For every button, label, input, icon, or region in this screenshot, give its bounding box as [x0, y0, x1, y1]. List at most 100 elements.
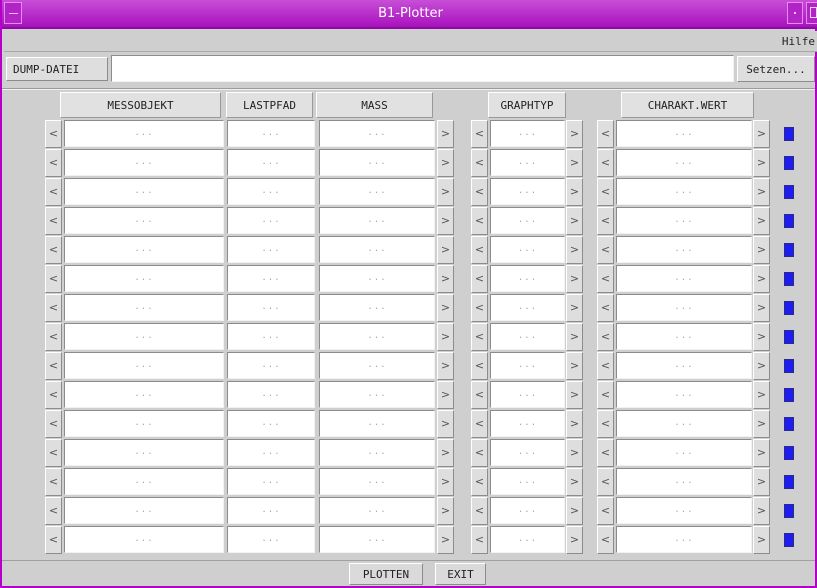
graphtyp-field[interactable]: ... — [490, 265, 565, 292]
messobjekt-next-button[interactable]: > — [437, 410, 454, 438]
charakt-wert-field[interactable]: ... — [616, 120, 752, 147]
menu-help[interactable]: Hilfe — [782, 35, 815, 48]
lastpfad-field[interactable]: ... — [227, 323, 315, 350]
graphtyp-field[interactable]: ... — [490, 149, 565, 176]
graphtyp-prev-button[interactable]: < — [471, 323, 488, 351]
title-bar[interactable]: B1-Plotter — [2, 0, 817, 29]
charakt-next-button[interactable]: > — [753, 294, 770, 322]
messobjekt-next-button[interactable]: > — [437, 526, 454, 554]
charakt-next-button[interactable]: > — [753, 207, 770, 235]
messobjekt-field[interactable]: ... — [64, 381, 224, 408]
messobjekt-field[interactable]: ... — [64, 352, 224, 379]
graphtyp-field[interactable]: ... — [490, 497, 565, 524]
messobjekt-prev-button[interactable]: < — [45, 526, 62, 554]
graphtyp-field[interactable]: ... — [490, 526, 565, 553]
graphtyp-next-button[interactable]: > — [566, 497, 583, 525]
graphtyp-prev-button[interactable]: < — [471, 352, 488, 380]
charakt-prev-button[interactable]: < — [597, 294, 614, 322]
messobjekt-next-button[interactable]: > — [437, 294, 454, 322]
lastpfad-field[interactable]: ... — [227, 497, 315, 524]
lastpfad-field[interactable]: ... — [227, 178, 315, 205]
graphtyp-next-button[interactable]: > — [566, 207, 583, 235]
graphtyp-next-button[interactable]: > — [566, 468, 583, 496]
messobjekt-next-button[interactable]: > — [437, 149, 454, 177]
graphtyp-next-button[interactable]: > — [566, 526, 583, 554]
messobjekt-field[interactable]: ... — [64, 120, 224, 147]
charakt-prev-button[interactable]: < — [597, 381, 614, 409]
graphtyp-next-button[interactable]: > — [566, 178, 583, 206]
graphtyp-next-button[interactable]: > — [566, 120, 583, 148]
maximize-button[interactable] — [806, 2, 817, 24]
messobjekt-next-button[interactable]: > — [437, 468, 454, 496]
messobjekt-next-button[interactable]: > — [437, 497, 454, 525]
charakt-wert-field[interactable]: ... — [616, 236, 752, 263]
graphtyp-next-button[interactable]: > — [566, 323, 583, 351]
messobjekt-next-button[interactable]: > — [437, 265, 454, 293]
messobjekt-field[interactable]: ... — [64, 410, 224, 437]
lastpfad-field[interactable]: ... — [227, 439, 315, 466]
set-dump-file-button[interactable]: Setzen... — [737, 56, 815, 82]
charakt-prev-button[interactable]: < — [597, 236, 614, 264]
graphtyp-prev-button[interactable]: < — [471, 178, 488, 206]
graphtyp-field[interactable]: ... — [490, 207, 565, 234]
charakt-prev-button[interactable]: < — [597, 410, 614, 438]
charakt-next-button[interactable]: > — [753, 323, 770, 351]
lastpfad-field[interactable]: ... — [227, 381, 315, 408]
graphtyp-field[interactable]: ... — [490, 178, 565, 205]
mass-field[interactable]: ... — [319, 120, 435, 147]
lastpfad-field[interactable]: ... — [227, 526, 315, 553]
messobjekt-prev-button[interactable]: < — [45, 381, 62, 409]
graphtyp-prev-button[interactable]: < — [471, 410, 488, 438]
charakt-prev-button[interactable]: < — [597, 207, 614, 235]
charakt-wert-field[interactable]: ... — [616, 178, 752, 205]
messobjekt-prev-button[interactable]: < — [45, 352, 62, 380]
messobjekt-prev-button[interactable]: < — [45, 178, 62, 206]
charakt-wert-field[interactable]: ... — [616, 468, 752, 495]
messobjekt-next-button[interactable]: > — [437, 381, 454, 409]
messobjekt-next-button[interactable]: > — [437, 207, 454, 235]
charakt-wert-field[interactable]: ... — [616, 323, 752, 350]
mass-field[interactable]: ... — [319, 497, 435, 524]
charakt-next-button[interactable]: > — [753, 468, 770, 496]
charakt-wert-field[interactable]: ... — [616, 381, 752, 408]
messobjekt-prev-button[interactable]: < — [45, 439, 62, 467]
charakt-next-button[interactable]: > — [753, 149, 770, 177]
charakt-prev-button[interactable]: < — [597, 526, 614, 554]
graphtyp-prev-button[interactable]: < — [471, 526, 488, 554]
mass-field[interactable]: ... — [319, 207, 435, 234]
mass-field[interactable]: ... — [319, 468, 435, 495]
messobjekt-next-button[interactable]: > — [437, 178, 454, 206]
charakt-prev-button[interactable]: < — [597, 178, 614, 206]
graphtyp-field[interactable]: ... — [490, 294, 565, 321]
mass-field[interactable]: ... — [319, 265, 435, 292]
charakt-next-button[interactable]: > — [753, 236, 770, 264]
lastpfad-field[interactable]: ... — [227, 120, 315, 147]
graphtyp-next-button[interactable]: > — [566, 265, 583, 293]
charakt-wert-field[interactable]: ... — [616, 439, 752, 466]
plot-button[interactable]: PLOTTEN — [349, 563, 423, 585]
mass-field[interactable]: ... — [319, 323, 435, 350]
mass-field[interactable]: ... — [319, 410, 435, 437]
messobjekt-prev-button[interactable]: < — [45, 236, 62, 264]
graphtyp-next-button[interactable]: > — [566, 381, 583, 409]
messobjekt-prev-button[interactable]: < — [45, 207, 62, 235]
exit-button[interactable]: EXIT — [435, 563, 486, 585]
charakt-prev-button[interactable]: < — [597, 265, 614, 293]
lastpfad-field[interactable]: ... — [227, 236, 315, 263]
messobjekt-prev-button[interactable]: < — [45, 468, 62, 496]
graphtyp-field[interactable]: ... — [490, 381, 565, 408]
charakt-prev-button[interactable]: < — [597, 149, 614, 177]
graphtyp-prev-button[interactable]: < — [471, 381, 488, 409]
charakt-wert-field[interactable]: ... — [616, 526, 752, 553]
graphtyp-prev-button[interactable]: < — [471, 120, 488, 148]
messobjekt-prev-button[interactable]: < — [45, 410, 62, 438]
graphtyp-field[interactable]: ... — [490, 468, 565, 495]
graphtyp-field[interactable]: ... — [490, 236, 565, 263]
graphtyp-prev-button[interactable]: < — [471, 236, 488, 264]
messobjekt-next-button[interactable]: > — [437, 439, 454, 467]
messobjekt-field[interactable]: ... — [64, 468, 224, 495]
messobjekt-field[interactable]: ... — [64, 497, 224, 524]
messobjekt-next-button[interactable]: > — [437, 352, 454, 380]
charakt-prev-button[interactable]: < — [597, 439, 614, 467]
messobjekt-prev-button[interactable]: < — [45, 323, 62, 351]
